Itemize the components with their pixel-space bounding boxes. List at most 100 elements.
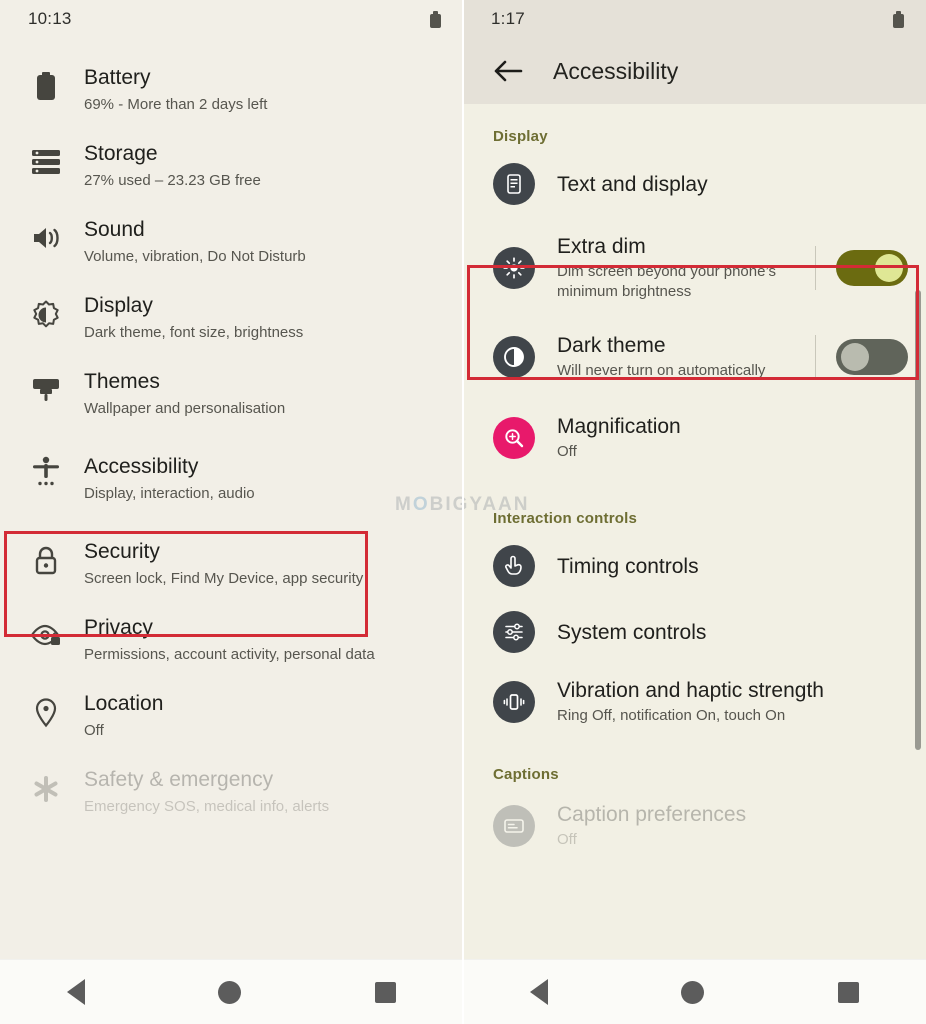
settings-row-title: Storage [84,142,158,165]
settings-screen: 10:13 Battery 69% - More than 2 days lef… [0,0,463,1024]
accessibility-content: Display Text and display Extra dim Dim s… [463,104,926,862]
acc-row-title: Text and display [557,172,708,196]
settings-row-title: Accessibility [84,455,199,478]
settings-row-privacy[interactable]: Privacy Permissions, account activity, p… [0,602,463,678]
acc-row-title: Dark theme [557,334,666,357]
storage-icon [28,141,64,176]
section-header-interaction-controls: Interaction controls [493,510,638,527]
status-bar-left: 10:13 [0,0,463,38]
settings-list: Battery 69% - More than 2 days left Stor… [0,38,463,830]
settings-row-subtitle: Emergency SOS, medical info, alerts [84,798,330,815]
acc-row-subtitle: Dim screen beyond your phone’s minimum b… [557,263,777,300]
settings-row-security[interactable]: Security Screen lock, Find My Device, ap… [0,526,463,602]
acc-row-extra-dim[interactable]: Extra dim Dim screen beyond your phone’s… [463,217,926,318]
settings-row-title: Sound [84,218,145,241]
themes-icon [28,369,64,404]
settings-row-battery[interactable]: Battery 69% - More than 2 days left [0,52,463,128]
dark-theme-toggle-group [815,334,908,379]
settings-row-subtitle: Permissions, account activity, personal … [84,646,375,663]
settings-row-subtitle: Off [84,722,104,739]
nav-bar-right [463,959,926,1024]
settings-row-title: Display [84,294,153,317]
battery-icon [28,65,64,102]
recents-nav-icon[interactable] [375,981,397,1003]
vibration-icon [493,680,535,723]
extra-dim-toggle-group [815,245,908,290]
settings-row-title: Security [84,540,160,563]
system-controls-icon [493,611,535,653]
screenshot-pair: 10:13 Battery 69% - More than 2 days lef… [0,0,926,1024]
settings-row-title: Privacy [84,616,153,639]
brightness-icon [28,293,64,330]
emergency-icon [28,767,64,804]
status-clock: 10:13 [28,9,72,28]
acc-row-dark-theme[interactable]: Dark theme Will never turn on automatica… [463,318,926,395]
settings-row-title: Themes [84,370,160,393]
sound-icon [28,217,64,252]
divider [815,334,816,379]
acc-row-title: Vibration and haptic strength [557,679,824,702]
settings-row-sound[interactable]: Sound Volume, vibration, Do Not Disturb [0,204,463,280]
acc-row-vibration-haptic[interactable]: Vibration and haptic strength Ring Off, … [463,665,926,738]
scrollbar-thumb[interactable] [915,290,921,750]
acc-row-timing-controls[interactable]: Timing controls [463,533,926,599]
settings-row-subtitle: Volume, vibration, Do Not Disturb [84,248,306,265]
lock-icon [28,539,64,576]
recents-nav-icon[interactable] [838,981,860,1003]
accessibility-screen: 1:17 Accessibility Display Text and disp… [463,0,926,1024]
settings-row-title: Safety & emergency [84,768,274,791]
location-pin-icon [28,691,64,728]
settings-row-title: Battery [84,66,151,89]
section-header-captions: Captions [493,766,559,783]
privacy-eye-icon [28,615,64,648]
battery-icon [893,10,904,28]
battery-icon [430,10,441,28]
page-title: Accessibility [553,57,679,84]
acc-row-magnification[interactable]: Magnification Off [463,395,926,480]
acc-row-title: Magnification [557,415,681,438]
acc-row-subtitle: Off [557,831,577,848]
acc-row-title: Timing controls [557,554,699,578]
settings-row-title: Location [84,692,164,715]
acc-row-subtitle: Ring Off, notification On, touch On [557,707,786,724]
magnification-icon [493,416,535,459]
settings-row-display[interactable]: Display Dark theme, font size, brightnes… [0,280,463,356]
settings-row-safety-emergency[interactable]: Safety & emergency Emergency SOS, medica… [0,754,463,830]
acc-row-system-controls[interactable]: System controls [463,599,926,665]
accessibility-icon [28,454,64,490]
home-nav-icon[interactable] [218,980,242,1004]
acc-row-subtitle: Will never turn on automatically [557,362,766,379]
settings-row-subtitle: Dark theme, font size, brightness [84,324,304,341]
text-display-icon [493,163,535,205]
acc-row-title: System controls [557,620,707,644]
extra-dim-icon [493,246,535,289]
acc-row-title: Caption preferences [557,803,747,826]
nav-bar-left [0,959,463,1024]
app-bar: Accessibility [463,38,926,104]
settings-row-subtitle: Display, interaction, audio [84,485,255,502]
extra-dim-toggle[interactable] [836,249,908,286]
dark-theme-icon [493,335,535,378]
caption-icon [493,804,535,847]
dark-theme-toggle[interactable] [836,338,908,375]
acc-row-subtitle: Off [557,443,577,460]
settings-row-accessibility[interactable]: Accessibility Display, interaction, audi… [0,432,463,526]
settings-row-location[interactable]: Location Off [0,678,463,754]
acc-row-title: Extra dim [557,235,646,258]
settings-row-subtitle: Wallpaper and personalisation [84,400,286,417]
status-bar-right: 1:17 [463,0,926,38]
section-header-display: Display [493,128,548,145]
settings-row-subtitle: 27% used – 23.23 GB free [84,172,261,189]
back-nav-icon[interactable] [529,979,548,1005]
settings-row-storage[interactable]: Storage 27% used – 23.23 GB free [0,128,463,204]
divider [815,245,816,290]
timing-controls-icon [493,545,535,587]
back-nav-icon[interactable] [66,979,85,1005]
settings-row-subtitle: Screen lock, Find My Device, app securit… [84,570,364,587]
back-arrow-icon[interactable] [491,54,525,88]
settings-row-themes[interactable]: Themes Wallpaper and personalisation [0,356,463,432]
settings-row-subtitle: 69% - More than 2 days left [84,96,268,113]
acc-row-text-and-display[interactable]: Text and display [463,151,926,217]
home-nav-icon[interactable] [681,980,705,1004]
acc-row-caption-preferences[interactable]: Caption preferences Off [463,789,926,862]
